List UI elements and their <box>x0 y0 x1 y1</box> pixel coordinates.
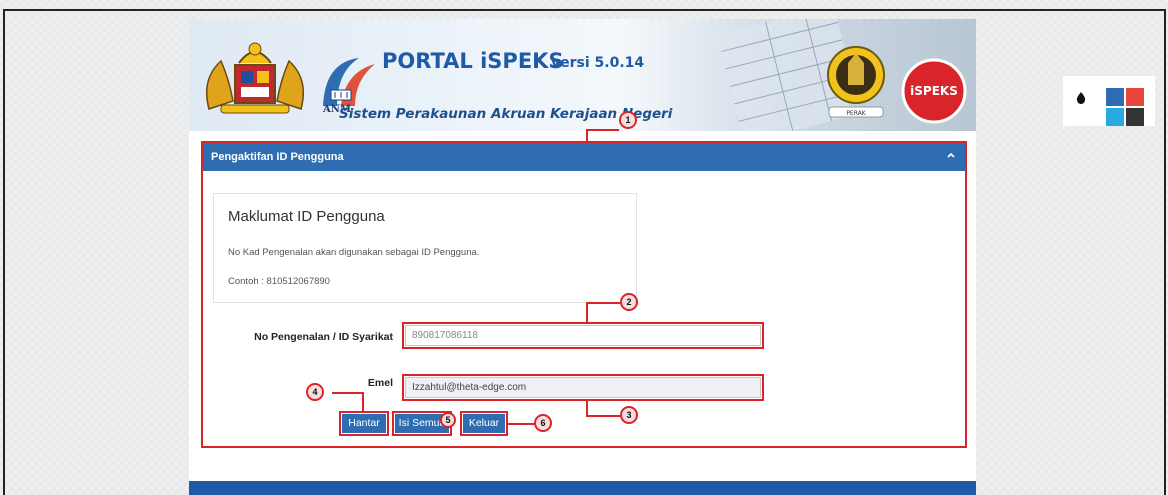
callout-line-4 <box>332 392 364 394</box>
callout-1: 1 <box>619 111 637 129</box>
theme-swatch-red[interactable] <box>1126 88 1144 106</box>
ispeks-logo-label: iSPEKS <box>910 84 958 98</box>
callout-line-2b <box>586 302 620 304</box>
theme-switcher <box>1063 76 1155 126</box>
annotation-box-exit <box>460 411 508 436</box>
page-container: ANM PORTAL iSPEKS versi 5.0.14 Sistem Pe… <box>189 19 976 495</box>
callout-3: 3 <box>620 406 638 424</box>
callout-2: 2 <box>620 293 638 311</box>
portal-banner: ANM PORTAL iSPEKS versi 5.0.14 Sistem Pe… <box>189 19 976 131</box>
malaysia-coat-of-arms <box>206 42 304 114</box>
callout-line-1b <box>586 129 619 131</box>
callout-line-3 <box>586 400 588 416</box>
callout-4: 4 <box>306 383 324 401</box>
callout-line-1 <box>586 130 588 142</box>
annotation-box-submit <box>339 411 389 436</box>
theme-swatch-blue[interactable] <box>1106 88 1124 106</box>
callout-5: 5 <box>440 412 456 428</box>
callout-line-3b <box>586 415 620 417</box>
portal-title: PORTAL iSPEKS <box>382 49 564 73</box>
callout-line-2 <box>586 302 588 323</box>
footer-bar <box>189 481 976 495</box>
annotation-box-email <box>402 374 764 401</box>
ispeks-logo: iSPEKS <box>901 58 967 124</box>
callout-6: 6 <box>534 414 552 432</box>
annotation-box-id <box>402 322 764 349</box>
drop-icon[interactable] <box>1076 92 1086 104</box>
portal-version: versi 5.0.14 <box>551 55 645 71</box>
callout-line-4b <box>362 392 364 412</box>
theme-swatch-light-blue[interactable] <box>1106 108 1124 126</box>
perak-label: PERAK <box>846 110 866 117</box>
perak-crest: PERAK <box>827 46 885 118</box>
theme-swatch-dark[interactable] <box>1126 108 1144 126</box>
annotation-box-panel <box>201 141 967 448</box>
anm-logo: ANM <box>322 58 375 114</box>
callout-line-6 <box>508 423 534 425</box>
